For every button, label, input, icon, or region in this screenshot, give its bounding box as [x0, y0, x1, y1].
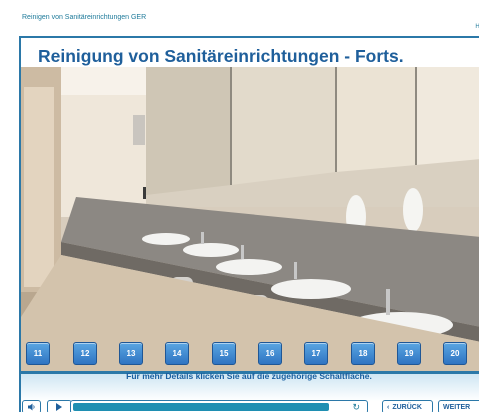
restroom-photo	[21, 67, 479, 371]
progress-bar[interactable]: ↻	[70, 400, 368, 412]
slide-button-14[interactable]: 14	[165, 342, 189, 365]
chevron-left-icon: ‹	[387, 403, 390, 411]
mute-button[interactable]	[22, 400, 41, 412]
slide-button-16[interactable]: 16	[258, 342, 282, 365]
back-button[interactable]: ‹ ZURÜCK	[382, 400, 433, 412]
help-link[interactable]: Hi	[475, 24, 479, 30]
progress-fill	[73, 403, 329, 411]
next-label: WEITER	[443, 403, 471, 411]
slide-button-13[interactable]: 13	[119, 342, 143, 365]
slide-button-15[interactable]: 15	[212, 342, 236, 365]
instruction-text: Für mehr Details klicken Sie auf die zug…	[126, 371, 372, 381]
course-title: Reinigen von Sanitäreinrichtungen GER	[22, 14, 147, 21]
speaker-icon	[28, 403, 35, 411]
play-icon	[56, 403, 62, 411]
back-label: ZURÜCK	[392, 403, 422, 411]
next-button[interactable]: WEITER	[438, 400, 479, 412]
slide-button-18[interactable]: 18	[351, 342, 375, 365]
replay-icon[interactable]: ↻	[352, 402, 360, 412]
play-button[interactable]	[47, 400, 72, 412]
slide-button-20[interactable]: 20	[443, 342, 467, 365]
slide-title: Reinigung von Sanitäreinrichtungen - For…	[38, 46, 404, 66]
slide-button-12[interactable]: 12	[73, 342, 97, 365]
slide-button-17[interactable]: 17	[304, 342, 328, 365]
slide-button-19[interactable]: 19	[397, 342, 421, 365]
slide-button-11[interactable]: 11	[26, 342, 50, 365]
